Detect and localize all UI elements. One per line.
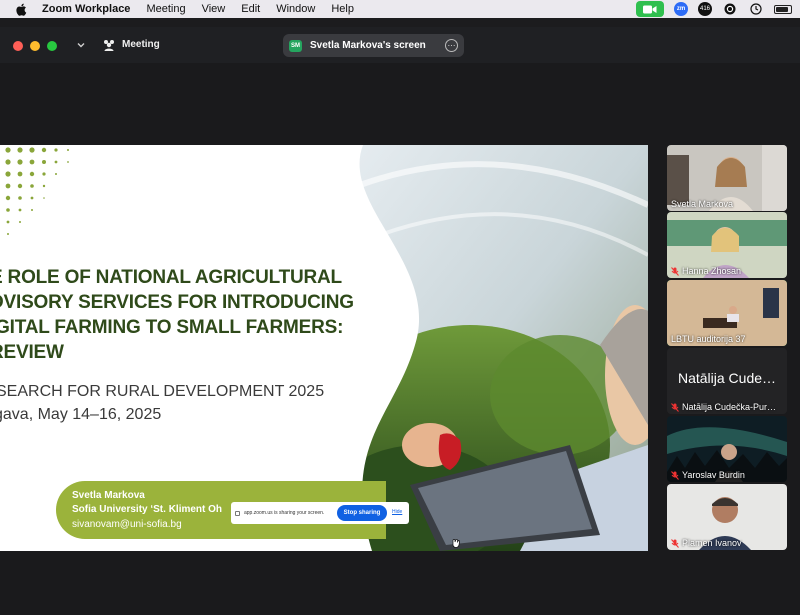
slide-title: E ROLE OF NATIONAL AGRICULTURAL DVISORY … [0, 265, 370, 365]
participant-name: Svetla Markova [671, 199, 734, 209]
participant-tile[interactable]: Yaroslav Burdin [667, 416, 787, 482]
participant-name-text: Yaroslav Burdin [682, 470, 745, 480]
fullscreen-window-button[interactable] [47, 41, 57, 51]
stop-sharing-button[interactable]: Stop sharing [337, 505, 387, 521]
menu-window[interactable]: Window [276, 3, 315, 15]
author-email: sivanovam@uni-sofia.bg [72, 519, 182, 530]
participants-icon[interactable] [102, 38, 116, 52]
participant-name-text: Plamen Ivanov [682, 538, 742, 548]
menu-edit[interactable]: Edit [241, 3, 260, 15]
participant-name: Hanna Zhosan [671, 266, 741, 276]
share-title: Svetla Markova's screen [310, 40, 426, 51]
participant-name-text: Natālija Cudečka-Pur… [682, 402, 777, 412]
clock-icon[interactable] [748, 2, 764, 16]
mic-muted-icon [671, 470, 679, 480]
zoom-tray-icon[interactable]: zm [674, 2, 688, 16]
menu-bar: Zoom Workplace Meeting View Edit Window … [0, 0, 800, 18]
participant-tile-active[interactable]: LBTU auditorija 37 [667, 280, 787, 346]
slide-title-line: IGITAL FARMING TO SMALL FARMERS: [0, 317, 344, 338]
sharing-notice: app.zoom.us is sharing your screen. Stop… [231, 502, 409, 524]
meeting-label[interactable]: Meeting [122, 39, 160, 50]
notification-count-icon[interactable]: 416 [698, 2, 712, 16]
sharing-notice-text: app.zoom.us is sharing your screen. [244, 510, 325, 516]
screen-share-indicator[interactable]: SM Svetla Markova's screen ⋯ [283, 34, 464, 57]
slide-title-line: REVIEW [0, 342, 64, 363]
mic-muted-icon [671, 402, 679, 412]
participant-name: LBTU auditorija 37 [671, 334, 746, 344]
shared-screen[interactable]: E ROLE OF NATIONAL AGRICULTURAL DVISORY … [0, 145, 648, 551]
participant-name: Natālija Cudečka-Pur… [671, 402, 776, 412]
participant-display-name: Natālija Cude… [677, 370, 777, 386]
participant-name: Plamen Ivanov [671, 538, 742, 548]
hand-cursor-icon [451, 535, 461, 548]
slide-title-line: E ROLE OF NATIONAL AGRICULTURAL [0, 267, 342, 288]
author-university: Sofia University ‘St. Kliment Oh [72, 504, 223, 515]
participant-tile[interactable]: Natālija Cude… Natālija Cudečka-Pur… [667, 348, 787, 414]
chatgpt-icon[interactable] [722, 2, 738, 16]
more-options-icon[interactable]: ⋯ [445, 39, 458, 52]
slide-conference: SEARCH FOR RURAL DEVELOPMENT 2025 [0, 383, 325, 400]
chevron-down-icon[interactable] [74, 38, 88, 52]
camera-in-use-icon[interactable] [636, 1, 664, 17]
menu-view[interactable]: View [202, 3, 226, 15]
participant-name: Yaroslav Burdin [671, 470, 745, 480]
screen-icon [235, 510, 240, 516]
slide-place-date: gava, May 14–16, 2025 [0, 406, 162, 423]
participant-tile[interactable]: Hanna Zhosan [667, 212, 787, 278]
minimize-window-button[interactable] [30, 41, 40, 51]
close-window-button[interactable] [13, 41, 23, 51]
battery-icon[interactable] [774, 4, 792, 14]
apple-icon[interactable] [14, 2, 28, 16]
participant-tile[interactable]: Svetla Markova [667, 145, 787, 211]
menu-app-name[interactable]: Zoom Workplace [42, 3, 130, 15]
slide-title-line: DVISORY SERVICES FOR INTRODUCING [0, 292, 354, 313]
author-name: Svetla Markova [72, 490, 145, 501]
participant-tile[interactable]: Plamen Ivanov [667, 484, 787, 550]
avatar: SM [289, 39, 302, 52]
menu-help[interactable]: Help [331, 3, 354, 15]
window-titlebar: Meeting SM Svetla Markova's screen ⋯ [0, 27, 800, 63]
mic-muted-icon [671, 266, 679, 276]
menu-meeting[interactable]: Meeting [146, 3, 185, 15]
hide-link[interactable]: Hide [392, 509, 402, 515]
mic-muted-icon [671, 538, 679, 548]
participant-name-text: Hanna Zhosan [682, 266, 742, 276]
